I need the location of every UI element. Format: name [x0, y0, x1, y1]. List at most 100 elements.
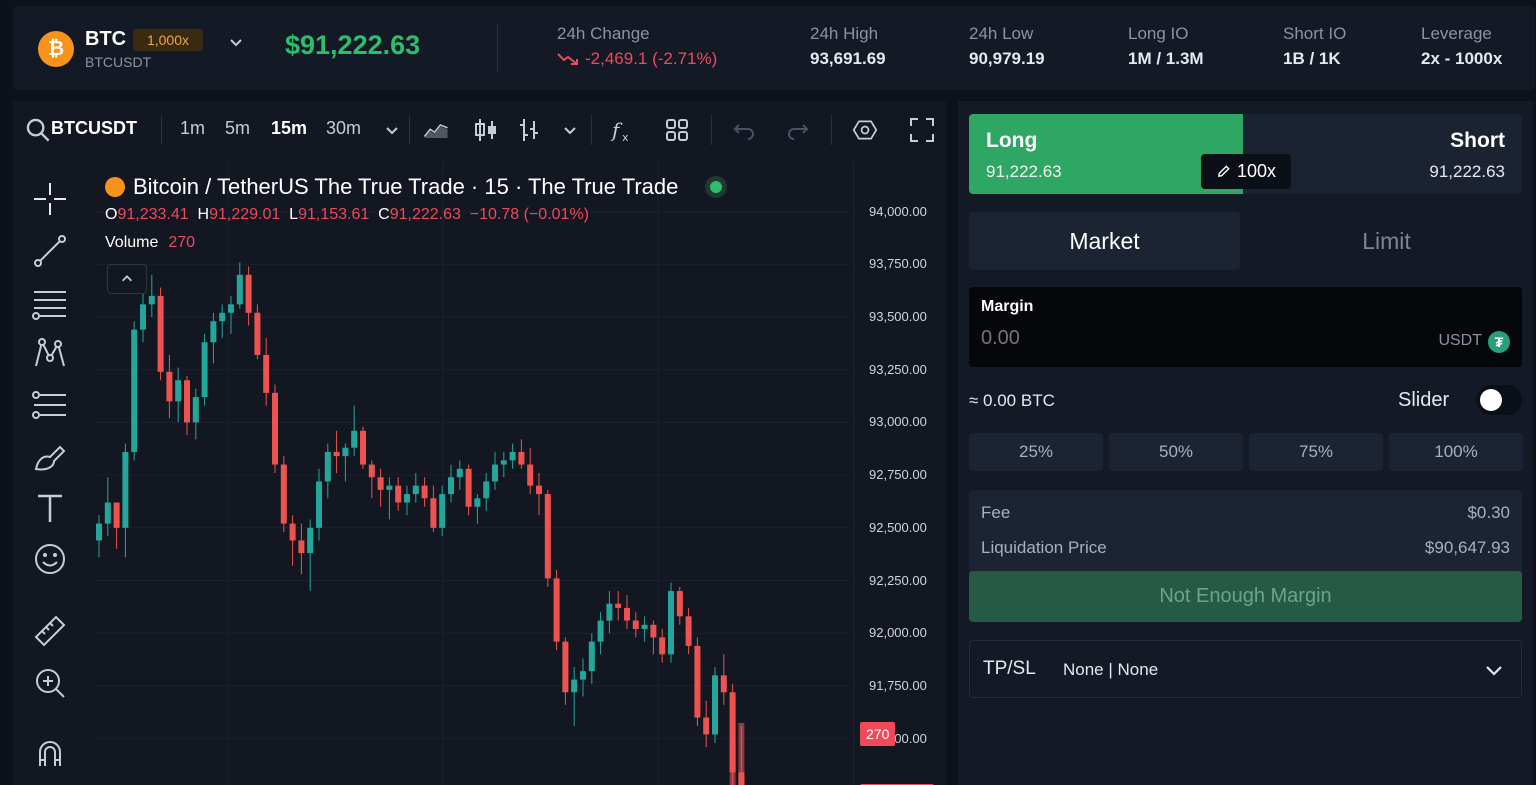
stat-value: 2x - 1000x: [1421, 49, 1503, 68]
stat-value: 93,691.69: [810, 49, 886, 68]
chevron-down-icon[interactable]: [228, 34, 244, 50]
collapse-legend-button[interactable]: [107, 264, 147, 294]
candle: [544, 489, 551, 587]
area-chart-icon[interactable]: [423, 117, 459, 143]
pct-25-button[interactable]: 25%: [969, 433, 1103, 471]
candle: [439, 485, 446, 537]
long-price: 91,222.63: [986, 162, 1062, 181]
candle: [333, 430, 340, 473]
candle: [492, 451, 498, 490]
candle-body: [659, 637, 666, 655]
price-tick-label: 92,250.00: [869, 572, 927, 588]
interval-30m[interactable]: 30m: [326, 118, 361, 139]
zoom-in-icon[interactable]: [32, 665, 68, 701]
ohlc-low: 91,153.61: [298, 206, 370, 223]
interval-1m[interactable]: 1m: [180, 118, 205, 139]
candle: [712, 666, 718, 743]
fib-retracement-icon[interactable]: [32, 387, 68, 423]
indicators-bars-icon[interactable]: [516, 117, 542, 143]
last-price: $91,222.63: [285, 30, 421, 60]
candle: [527, 447, 534, 495]
tab-limit[interactable]: Limit: [1251, 212, 1522, 270]
candle: [96, 515, 102, 558]
candle-body: [140, 304, 146, 330]
candle-body: [280, 464, 287, 524]
tpsl-dropdown[interactable]: TP/SL None | None: [969, 640, 1522, 698]
slider-label: Slider: [1398, 389, 1450, 411]
candle: [228, 295, 234, 334]
candle: [685, 607, 692, 655]
candle-body: [439, 494, 446, 528]
emoji-smile-icon[interactable]: [32, 541, 68, 577]
submit-order-button[interactable]: Not Enough Margin: [969, 571, 1522, 622]
settings-hexagon-icon[interactable]: [852, 117, 882, 143]
candle-body: [360, 430, 366, 465]
interval-5m[interactable]: 5m: [225, 118, 250, 139]
chevron-down-icon[interactable]: [379, 117, 398, 143]
fee-label: Fee: [981, 503, 1011, 522]
ohlc-high: 91,229.01: [209, 206, 281, 223]
function-fx-icon[interactable]: fx: [609, 117, 635, 144]
pattern-icon[interactable]: [32, 336, 68, 372]
candle-body: [430, 498, 437, 528]
interval-15m[interactable]: 15m: [271, 118, 307, 139]
slider-toggle[interactable]: [1476, 385, 1522, 415]
symbol-name[interactable]: BTC: [85, 28, 126, 51]
search-icon[interactable]: [25, 117, 50, 143]
long-label: Long: [986, 129, 1038, 152]
candle: [254, 304, 261, 360]
crosshair-icon[interactable]: [32, 181, 68, 217]
candle: [201, 333, 208, 406]
candlestick-icon[interactable]: [473, 117, 499, 143]
leverage-edit-button[interactable]: 100x: [1201, 154, 1291, 189]
symbol-search-button[interactable]: BTCUSDT: [51, 118, 137, 139]
margin-unit: USDT: [1438, 332, 1482, 349]
parallel-lines-icon[interactable]: [32, 284, 68, 320]
liquidation-label: Liquidation Price: [981, 538, 1107, 557]
candle-body: [632, 620, 639, 629]
chart-panel: BTCUSDT 1m 5m 15m 30m fx Bitcoin / Tethe…: [13, 101, 946, 785]
candle-body: [421, 485, 428, 499]
volume-value: 270: [168, 234, 196, 251]
stat-value: 1M / 1.3M: [1128, 49, 1204, 68]
candle-body: [192, 397, 199, 423]
redo-icon[interactable]: [785, 117, 811, 143]
candle-body: [615, 603, 622, 608]
layout-grid-icon[interactable]: [664, 117, 690, 143]
tab-market[interactable]: Market: [969, 212, 1240, 270]
chart-toolbar: BTCUSDT 1m 5m 15m 30m fx: [13, 101, 946, 159]
candlestick-chart[interactable]: [93, 161, 850, 785]
brush-icon[interactable]: [32, 439, 68, 475]
candle-body: [465, 468, 472, 507]
candle-body: [104, 502, 111, 524]
candle: [562, 637, 569, 705]
undo-icon[interactable]: [731, 117, 757, 143]
trend-line-icon[interactable]: [32, 233, 68, 269]
bitcoin-icon: [105, 177, 125, 197]
candle-body: [527, 464, 534, 486]
candle: [210, 312, 217, 364]
ruler-icon[interactable]: [32, 613, 68, 649]
pct-100-button[interactable]: 100%: [1389, 433, 1523, 471]
fullscreen-icon[interactable]: [909, 117, 935, 143]
stat-value: 90,979.19: [969, 49, 1045, 68]
price-tick-label: 93,000.00: [869, 414, 927, 430]
toolbar-divider: [711, 115, 712, 145]
candle-body: [210, 321, 217, 343]
candle-body: [316, 481, 322, 528]
margin-input[interactable]: [981, 327, 1381, 350]
text-tool-icon[interactable]: [32, 490, 68, 526]
pct-50-button[interactable]: 50%: [1109, 433, 1243, 471]
ohlc-close: 91,222.63: [389, 206, 461, 223]
candle-body: [518, 451, 525, 465]
trend-down-icon: [557, 53, 578, 65]
btc-estimate: ≈ 0.00 BTC: [969, 391, 1055, 410]
candle-body: [448, 477, 454, 495]
candle-body: [676, 591, 683, 617]
price-tick-label: 92,000.00: [869, 625, 927, 641]
magnet-icon[interactable]: [32, 736, 68, 772]
chevron-down-icon[interactable]: [557, 117, 576, 143]
pct-75-button[interactable]: 75%: [1249, 433, 1383, 471]
price-axis[interactable]: 94,000.00 93,750.00 93,500.00 93,250.00 93,0…: [853, 161, 946, 785]
candle-body: [175, 380, 182, 402]
